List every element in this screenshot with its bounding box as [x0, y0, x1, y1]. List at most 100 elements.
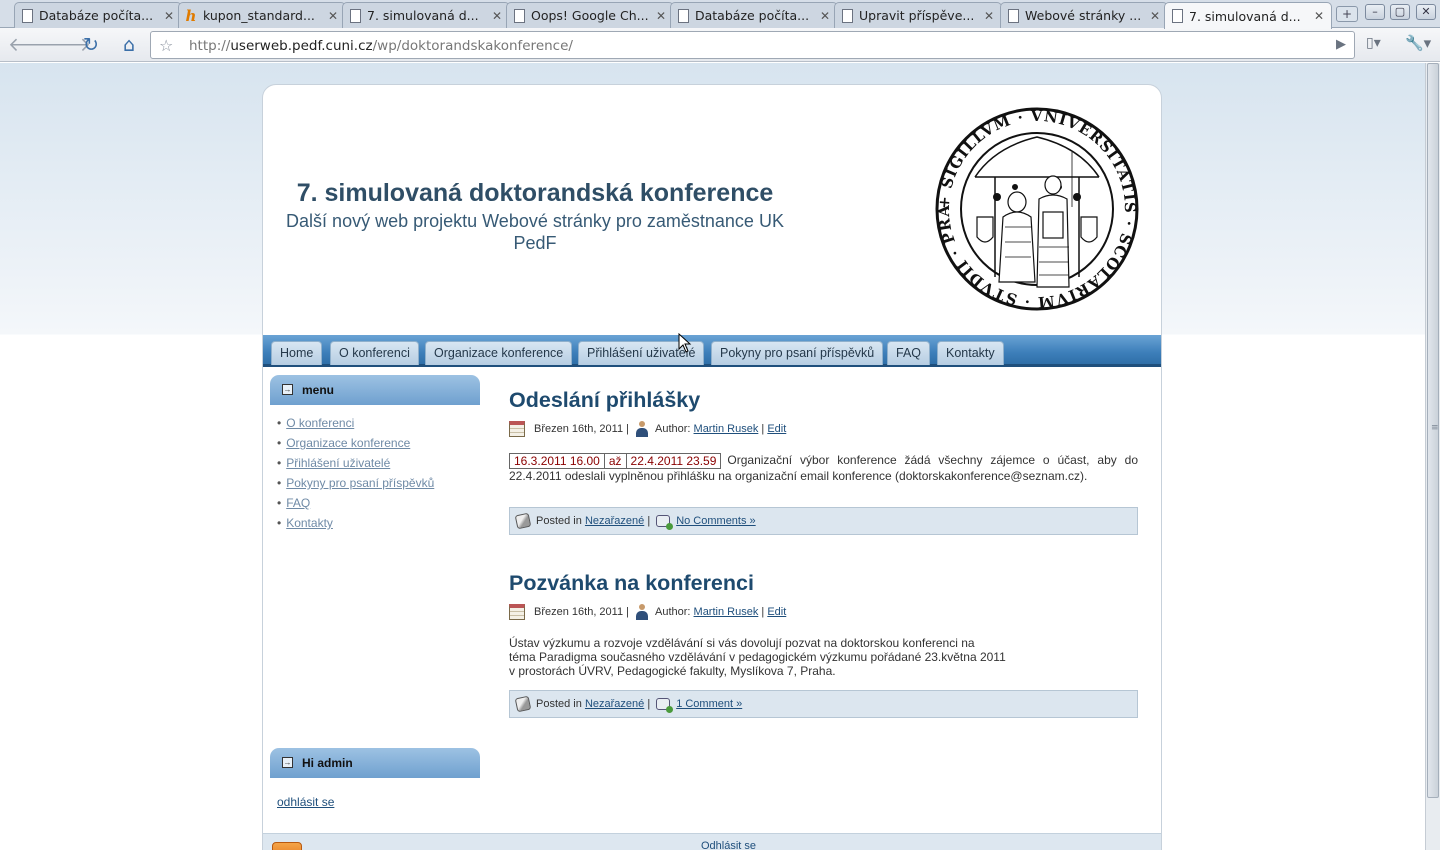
page-menu-icon[interactable]: ▯▾ — [1366, 35, 1381, 51]
sidebar-menu: O konferenci Organizace konference Přihl… — [277, 413, 434, 533]
wrench-menu-icon[interactable]: 🔧▾ — [1405, 34, 1431, 52]
post-body: 16.3.2011 16.00 až 22.4.2011 23.59 Organiz… — [509, 453, 1138, 483]
nav-o-konferenci[interactable]: O konferenci — [330, 341, 419, 365]
post-title[interactable]: Pozvánka na konferenci — [509, 571, 754, 596]
post-footer: Posted in Nezařazené | No Comments » — [509, 507, 1138, 535]
close-icon[interactable]: ✕ — [655, 9, 667, 23]
close-icon[interactable]: ✕ — [819, 9, 831, 23]
new-tab-button[interactable]: + — [1336, 6, 1358, 22]
posted-in-label: Posted in — [536, 515, 582, 527]
minimize-button[interactable]: – — [1365, 4, 1385, 20]
close-icon[interactable]: ✕ — [1313, 9, 1325, 23]
sidebar-link[interactable]: FAQ — [286, 496, 310, 510]
tab-label: Webové stránky ... — [1025, 8, 1142, 23]
scrollbar-thumb[interactable]: ≡ — [1427, 63, 1439, 798]
go-arrow-icon[interactable]: ▶ — [1336, 37, 1346, 52]
site-title[interactable]: 7. simulovaná doktorandská konference — [263, 179, 807, 208]
maximize-button[interactable]: ▢ — [1390, 4, 1410, 20]
author-link[interactable]: Martin Rusek — [694, 606, 759, 618]
page-icon — [21, 9, 33, 23]
nav-pokyny[interactable]: Pokyny pro psaní příspěvků — [711, 341, 884, 365]
logout-link[interactable]: odhlásit se — [277, 795, 334, 809]
tab-5[interactable]: Databáze počíta... ✕ — [670, 2, 838, 28]
h-favicon-icon: h — [185, 6, 197, 25]
tab-label: 7. simulovaná d... — [1189, 8, 1301, 24]
expand-icon[interactable]: → — [282, 384, 293, 395]
university-seal-logo: + SIGILLVM · VNIVERSITATIS · SCOLARIVM ·… — [935, 107, 1139, 311]
author-icon — [635, 421, 649, 437]
comment-icon — [656, 698, 674, 713]
sidebar-item-o-konferenci: O konferenci — [277, 413, 434, 433]
menu-widget-header: → menu — [270, 375, 480, 405]
tab-label: Oops! Google Ch... — [531, 8, 649, 23]
footer-logout-link[interactable]: Odhlásit se — [701, 840, 756, 850]
reload-button[interactable]: ↻ — [78, 33, 104, 57]
home-button[interactable]: ⌂ — [116, 33, 142, 57]
page-viewport: 7. simulovaná doktorandská konference Da… — [0, 63, 1425, 850]
tab-label: Databáze počíta... — [695, 8, 810, 23]
edit-link[interactable]: Edit — [767, 606, 786, 618]
nav-organizace-konference[interactable]: Organizace konference — [425, 341, 573, 365]
sidebar-item-faq: FAQ — [277, 493, 434, 513]
post-text-line: Ústav výzkumu a rozvoje vzdělávání si vá… — [509, 636, 975, 650]
nav-faq[interactable]: FAQ — [887, 341, 931, 365]
close-icon[interactable]: ✕ — [983, 9, 995, 23]
edit-link[interactable]: Edit — [767, 423, 786, 435]
tab-8-active[interactable]: 7. simulovaná d... ✕ — [1164, 2, 1332, 29]
bookmark-star-icon[interactable]: ☆ — [159, 36, 173, 55]
page-icon — [841, 9, 853, 23]
sidebar-item-prihlaseni: Přihlášení uživatelé — [277, 453, 434, 473]
tab-3[interactable]: 7. simulovaná d... ✕ — [342, 2, 510, 28]
comments-link[interactable]: 1 Comment » — [676, 698, 742, 710]
admin-widget-title: Hi admin — [302, 756, 353, 770]
category-icon — [514, 512, 532, 530]
post-meta: Březen 16th, 2011 | Author: Martin Rusek… — [509, 420, 786, 438]
sidebar-item-pokyny: Pokyny pro psaní příspěvků — [277, 473, 434, 493]
url-text[interactable]: http://userweb.pedf.cuni.cz/wp/doktorand… — [189, 38, 573, 54]
category-link[interactable]: Nezařazené — [585, 515, 644, 527]
nav-home[interactable]: Home — [271, 341, 323, 365]
comments-link[interactable]: No Comments » — [676, 515, 755, 527]
close-window-button[interactable]: ✕ — [1416, 4, 1436, 20]
tab-strip: Databáze počíta... ✕ h kupon_standard...… — [0, 0, 1440, 29]
sidebar-link[interactable]: Přihlášení uživatelé — [286, 456, 390, 470]
sidebar-item-kontakty: Kontakty — [277, 513, 434, 533]
close-icon[interactable]: ✕ — [327, 9, 339, 23]
close-icon[interactable]: ✕ — [491, 9, 503, 23]
post-text-line: téma Paradigma současného vzdělávání v p… — [509, 650, 1006, 664]
close-icon[interactable]: ✕ — [163, 9, 175, 23]
main-navigation: Home O konferenci Organizace konference … — [263, 335, 1161, 367]
close-icon[interactable]: ✕ — [1149, 9, 1161, 23]
category-link[interactable]: Nezařazené — [585, 698, 644, 710]
author-label: Author: — [655, 423, 691, 435]
author-label: Author: — [655, 606, 691, 618]
address-bar[interactable]: ☆ http://userweb.pedf.cuni.cz/wp/doktora… — [150, 31, 1355, 59]
expand-icon[interactable]: → — [282, 757, 293, 768]
date-separator: až — [604, 454, 627, 468]
menu-widget-title: menu — [302, 383, 335, 397]
vertical-scrollbar[interactable]: ≡ — [1425, 63, 1440, 850]
rss-icon[interactable] — [272, 842, 302, 850]
calendar-icon — [509, 421, 525, 437]
tab-6[interactable]: Upravit příspěve... ✕ — [834, 2, 1002, 28]
site-description: Další nový web projektu Webové stránky p… — [286, 211, 784, 253]
tab-4[interactable]: Oops! Google Ch... ✕ — [506, 2, 674, 28]
tab-1[interactable]: Databáze počíta... ✕ — [14, 2, 182, 28]
back-button[interactable]: 🡐 — [8, 33, 59, 57]
date-from: 16.3.2011 16.00 — [510, 454, 605, 468]
sidebar-link[interactable]: Organizace konference — [286, 436, 410, 450]
mouse-cursor-icon — [678, 333, 692, 353]
post-body: Ústav výzkumu a rozvoje vzdělávání si vá… — [509, 636, 1006, 678]
sidebar-link[interactable]: Kontakty — [286, 516, 333, 530]
tab-7[interactable]: Webové stránky ... ✕ — [1000, 2, 1168, 28]
tab-label: kupon_standard... — [203, 8, 315, 23]
forward-button[interactable]: 🡒 — [40, 33, 91, 57]
page-icon — [513, 9, 525, 23]
sidebar-link[interactable]: O konferenci — [286, 416, 354, 430]
tab-2[interactable]: h kupon_standard... ✕ — [178, 2, 346, 28]
author-link[interactable]: Martin Rusek — [694, 423, 759, 435]
nav-kontakty[interactable]: Kontakty — [937, 341, 1004, 365]
post-date: Březen 16th, 2011 | — [534, 423, 629, 435]
sidebar-link[interactable]: Pokyny pro psaní příspěvků — [286, 476, 434, 490]
post-title[interactable]: Odeslání přihlášky — [509, 388, 700, 413]
